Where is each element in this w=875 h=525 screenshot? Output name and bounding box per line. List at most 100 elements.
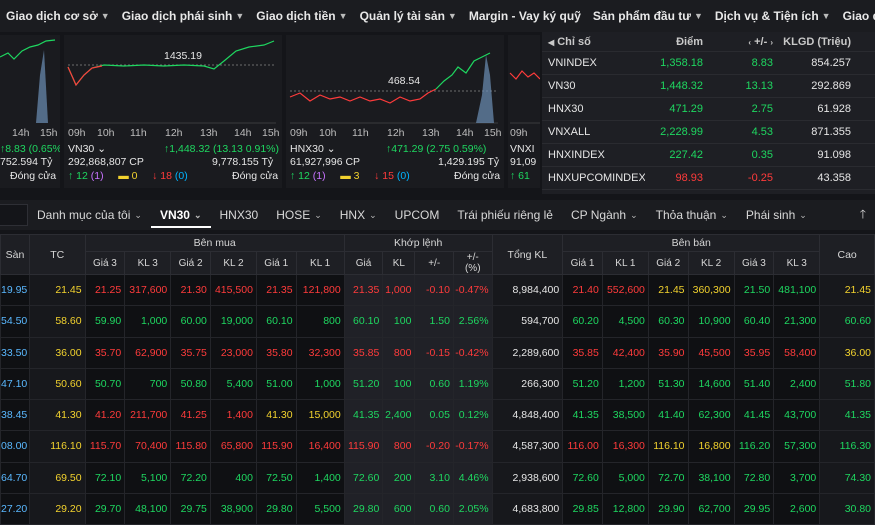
cell-sell-price-1: 41.35	[562, 398, 603, 432]
cell-sell-vol-3: 43,700	[773, 398, 821, 432]
cell-sell-price-3: 116.20	[733, 430, 775, 463]
filter-tab-hnx[interactable]: HNX ⌄	[331, 208, 386, 222]
board-filter-bar: Danh mục của tôi ⌄ VN30 ⌄ HNX30 HOSE ⌄ HNX ⌄ UPCO…	[0, 200, 875, 230]
time-label: 14h	[234, 127, 252, 139]
search-input[interactable]	[0, 204, 28, 226]
cell-sell-vol-2: 45,500	[687, 336, 735, 369]
filter-tab-th-a-thu-n[interactable]: Thỏa thuận ⌄	[647, 208, 737, 222]
cell-buy-price-1: 29.80	[255, 492, 297, 525]
filter-tab-hnx30[interactable]: HNX30	[211, 208, 268, 222]
up-arrow-icon: ↑	[68, 170, 74, 182]
cell-sell-vol-3: 57,300	[773, 430, 821, 463]
subheader-match: +/-	[414, 251, 454, 275]
cell-change: -0.15	[414, 336, 454, 369]
index-point: 227.42	[669, 149, 703, 161]
cell-buy-price-1: 60.10	[255, 305, 297, 338]
filter-tab-vn30[interactable]: VN30 ⌄	[150, 202, 211, 228]
nav-item-giao-dich-tien[interactable]: Giao dịch tiền ▼	[250, 9, 353, 23]
cell-sell-vol-1: 5,000	[601, 461, 649, 494]
filter-tab-label: UPCOM	[394, 208, 440, 222]
filter-tab-danh-m-c-c-a-t-i[interactable]: Danh mục của tôi ⌄	[28, 208, 151, 222]
index-row[interactable]: HNX30 471.29 2.75 61.928	[542, 98, 875, 121]
nav-item-san-pham-dau-tu[interactable]: Sản phẩm đầu tư ▼	[587, 9, 709, 23]
filter-tab-ph-i-sinh[interactable]: Phái sinh ⌄	[737, 208, 816, 222]
table-row[interactable]: 27.20 29.20 29.70 48,100 29.75 38,900 29.80 5,5…	[0, 492, 875, 525]
time-label: 09h	[510, 127, 528, 139]
column-header-change[interactable]: ‹ +/- ›	[703, 36, 773, 48]
cell-change-pct: 2.05%	[452, 492, 493, 525]
cell-tc: 50.60	[28, 367, 86, 401]
table-row[interactable]: 38.45 41.30 41.20 211,700 41.25 1,400 41.30 15,…	[0, 398, 875, 432]
cell-change: 0.60	[414, 367, 454, 401]
cell-buy-vol-3: 62,900	[124, 336, 172, 369]
subheader-sell: KL 3	[773, 251, 821, 275]
table-row[interactable]: 33.50 36.00 35.70 62,900 35.75 23,000 35.80 32,…	[0, 336, 875, 369]
scroll-up-button[interactable]: 🡑	[851, 205, 875, 226]
cell-change-pct: 1.19%	[452, 367, 493, 401]
column-header-name[interactable]: ◀ Chỉ số	[542, 36, 645, 48]
cell-buy-price-3: 41.20	[84, 398, 126, 432]
nav-item-giao-dich-co-so[interactable]: Giao dịch cơ sở ▼	[0, 9, 116, 23]
mini-chart-vnindex[interactable]: 14h 15h ↑8.83 (0.65%) 752.594 Tỷ Đóng cử…	[0, 35, 60, 188]
price-board: Sàn TC Bên mua Khớp lệnh Tổng KL Bên bán…	[0, 234, 875, 525]
index-summary-table: ◀ Chỉ số Điểm ‹ +/- › KLGD (Triệu) VNIND…	[542, 32, 875, 194]
cell-buy-vol-3: 317,600	[124, 273, 172, 307]
table-row[interactable]: 54.50 58.60 59.90 1,000 60.00 19,000 60.10 800 6…	[0, 305, 875, 338]
cell-sell-price-3: 72.80	[733, 461, 775, 494]
cell-buy-vol-3: 48,100	[124, 492, 172, 525]
caret-left-icon: ◀	[548, 37, 555, 47]
filter-tab-upcom[interactable]: UPCOM	[386, 208, 449, 222]
cell-high: 51.80	[819, 367, 875, 401]
cell-sell-vol-2: 38,100	[687, 461, 735, 494]
subheader-buy: KL 2	[209, 251, 257, 275]
cell-sell-vol-1: 42,400	[601, 336, 649, 369]
header-khop-lenh: Khớp lệnh	[343, 234, 493, 252]
table-row[interactable]: 08.00 116.10 115.70 70,400 115.80 65,800 115.9…	[0, 430, 875, 463]
header-cao: Cao	[819, 234, 875, 275]
cell-buy-price-1: 35.80	[255, 336, 297, 369]
subheader-buy: Giá 1	[255, 251, 297, 275]
cell-match-vol: 100	[382, 367, 416, 401]
index-row[interactable]: HNXINDEX 227.42 0.35 91.098	[542, 144, 875, 167]
table-row[interactable]: 47.10 50.60 50.70 700 50.80 5,400 51.00 1,000 51…	[0, 367, 875, 401]
volume-area	[36, 50, 48, 123]
cell-sell-vol-2: 360,300	[687, 273, 735, 307]
nav-item-giao-dich-phai-sinh[interactable]: Giao dịch phái sinh ▼	[116, 9, 251, 23]
index-change: 4.53	[751, 126, 773, 138]
nav-item-quan-ly-tai-san[interactable]: Quản lý tài sản ▼	[354, 9, 463, 23]
cell-change: -0.20	[414, 430, 454, 463]
nav-item-margin[interactable]: Margin - Vay ký quỹ	[463, 9, 587, 23]
index-table-header: ◀ Chỉ số Điểm ‹ +/- › KLGD (Triệu)	[542, 32, 875, 52]
mini-chart-hnx30[interactable]: 468.54 09h 10h 11h 12h 13h 14h 15h HNX30…	[286, 35, 504, 188]
index-volume: 91.098	[817, 149, 851, 161]
nav-item-dich-vu-tien-ich[interactable]: Dịch vụ & Tiện ích ▼	[709, 9, 837, 23]
time-label: 12h	[387, 127, 405, 139]
table-row[interactable]: 19.95 21.45 21.25 317,600 21.30 415,500 21.35 1…	[0, 273, 875, 307]
table-row[interactable]: 64.70 69.50 72.10 5,100 72.20 400 72.50 1,400 72…	[0, 461, 875, 494]
filter-tab-cp-ng-nh[interactable]: CP Ngành ⌄	[562, 208, 647, 222]
index-row[interactable]: HNXUPCOMINDEX 98.93 -0.25 43.358	[542, 167, 875, 190]
index-row[interactable]: VNINDEX 1,358.18 8.83 854.257	[542, 52, 875, 75]
nav-label: Giao dịch phái sinh	[121, 9, 233, 23]
filter-tab-tr-i-phi-u-ri-ng-l-[interactable]: Trái phiếu riêng lẻ	[448, 208, 562, 222]
mini-chart-vn30[interactable]: 1435.19 09h 10h 11h 12h 13h 14h 15h VN30…	[64, 35, 282, 188]
index-row[interactable]: VN30 1,448.32 13.13 292.869	[542, 75, 875, 98]
cell-sell-vol-2: 16,800	[687, 430, 735, 463]
chevron-down-icon: ⌄	[314, 209, 322, 220]
cell-change-pct: 0.12%	[452, 398, 493, 432]
cell-sell-vol-2: 14,600	[687, 367, 735, 401]
mini-chart-vnxall[interactable]: 09h VNXI 91,09 ↑ 61	[508, 35, 540, 188]
chevron-down-icon: ▼	[821, 11, 831, 21]
cell-tc: 29.20	[28, 492, 86, 525]
chevron-down-icon: ▼	[235, 11, 245, 21]
chevron-down-icon: ⌄	[134, 209, 142, 220]
time-label: 11h	[130, 127, 147, 139]
nav-item-giao-dien[interactable]: Giao diện	[837, 9, 875, 23]
trade-volume: 61,927,996 CP	[290, 156, 361, 168]
filter-tab-hose[interactable]: HOSE ⌄	[267, 208, 331, 222]
cell-buy-price-3: 35.70	[84, 336, 126, 369]
time-label: 15h	[262, 127, 280, 139]
down-arrow-icon: ↓	[374, 170, 380, 182]
cell-buy-vol-1: 16,400	[295, 430, 345, 463]
index-row[interactable]: VNXALL 2,228.99 4.53 871.355	[542, 121, 875, 144]
